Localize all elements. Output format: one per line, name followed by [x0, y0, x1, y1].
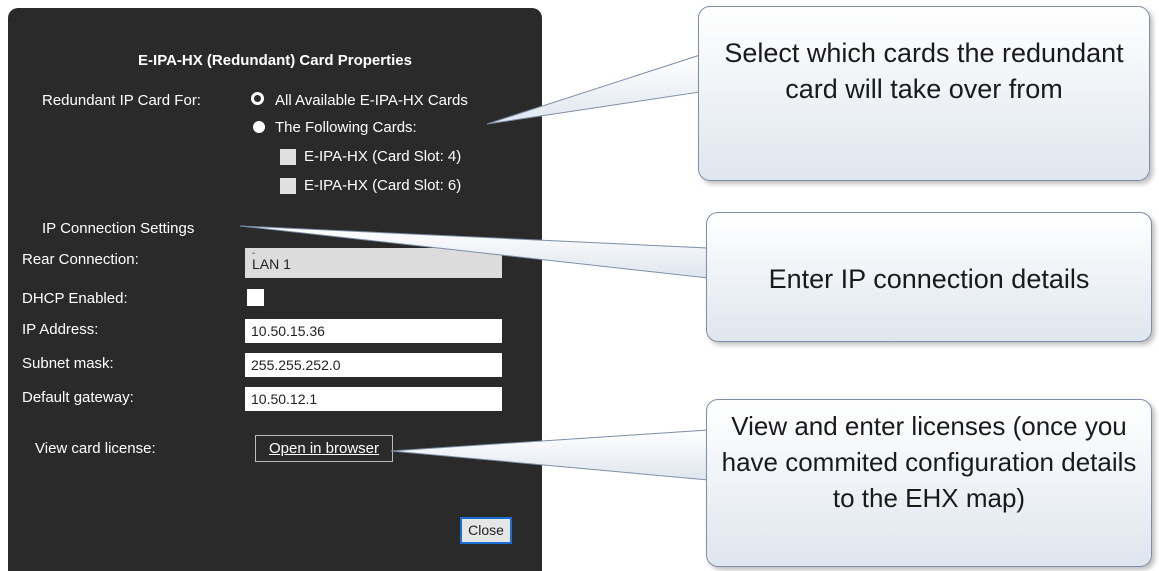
pointer-select-cards [486, 54, 701, 125]
callout-select-cards: Select which cards the redundant card wi… [698, 6, 1150, 181]
callout-ip-details: Enter IP connection details [706, 212, 1152, 342]
pointer-ip-settings [239, 225, 709, 279]
pointer-licenses [390, 429, 709, 481]
callout-licenses: View and enter licenses (once you have c… [706, 399, 1152, 567]
